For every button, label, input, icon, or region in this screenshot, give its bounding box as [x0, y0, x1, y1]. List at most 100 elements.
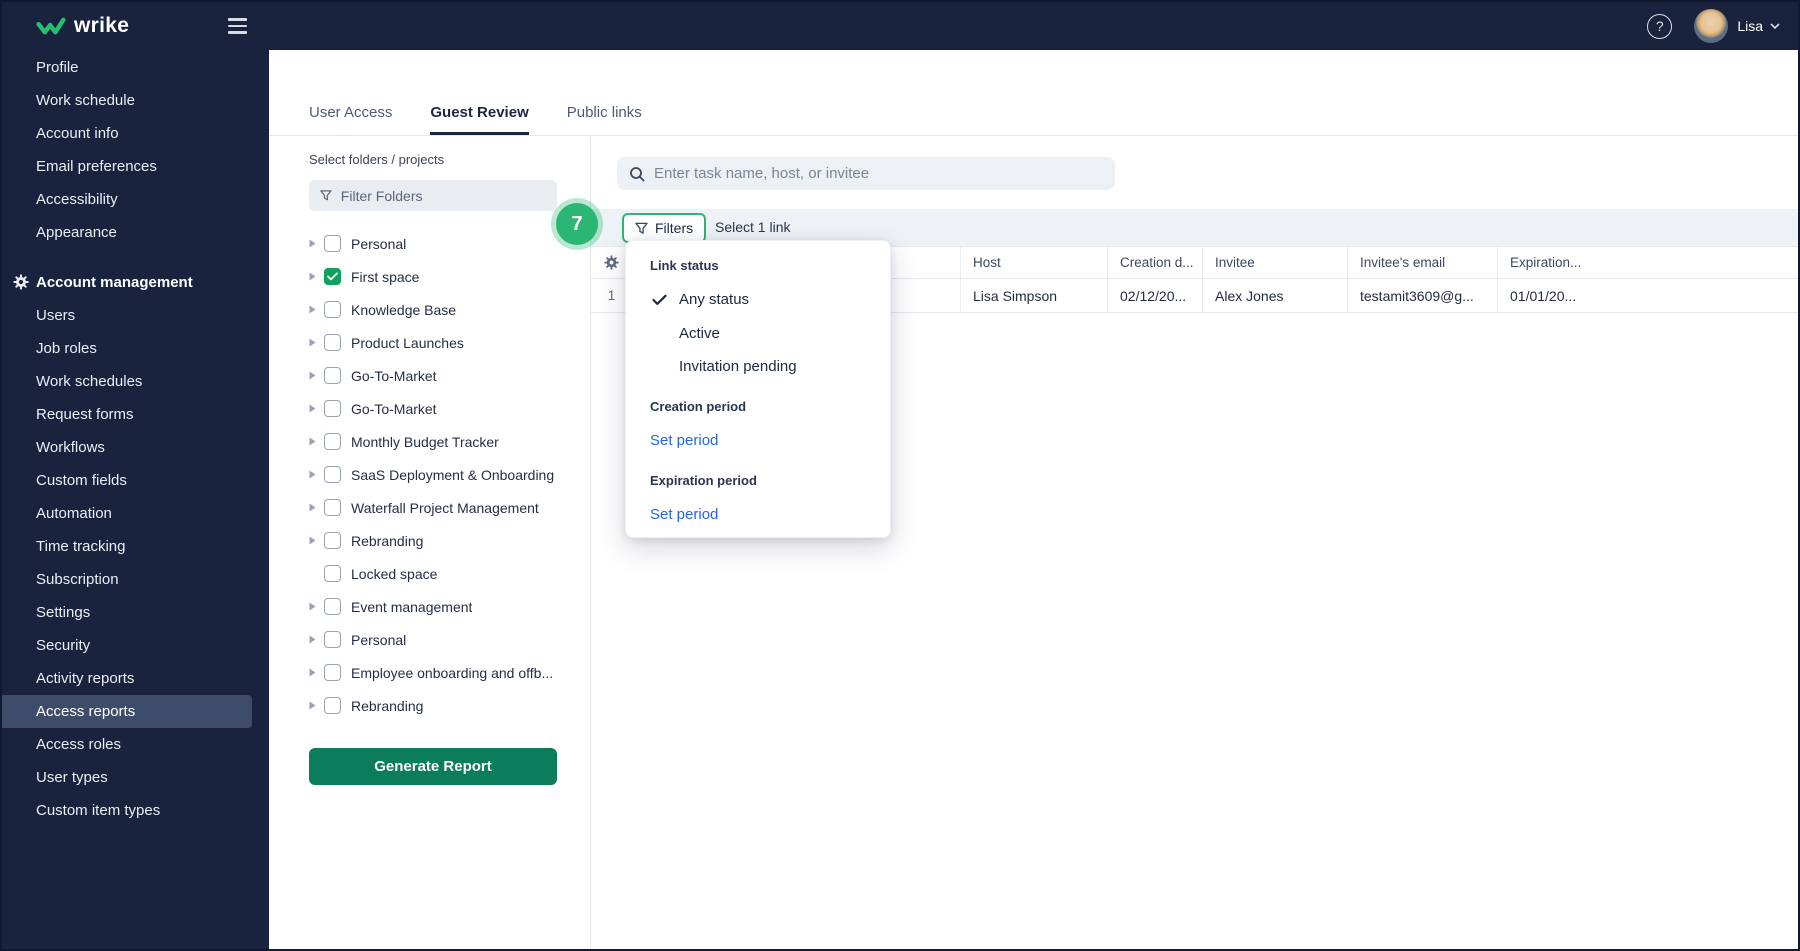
sidebar-item-appearance[interactable]: Appearance: [2, 216, 269, 249]
sidebar-section-account-management[interactable]: Account management: [2, 266, 269, 299]
sidebar-item-request-forms[interactable]: Request forms: [2, 398, 269, 431]
folder-label: Go-To-Market: [351, 400, 437, 417]
folder-tree-item[interactable]: Personal: [309, 227, 557, 260]
expand-caret-icon[interactable]: [309, 701, 324, 710]
folder-label: Product Launches: [351, 334, 464, 351]
folder-label: Go-To-Market: [351, 367, 437, 384]
folder-tree-item[interactable]: Go-To-Market: [309, 359, 557, 392]
chevron-down-icon[interactable]: [1770, 23, 1780, 29]
wrike-logo[interactable]: wrike: [36, 14, 129, 38]
sidebar-item-activity-reports[interactable]: Activity reports: [2, 662, 269, 695]
menu-item-label: Invitation pending: [679, 358, 797, 375]
expand-caret-icon[interactable]: [309, 635, 324, 644]
folder-checkbox[interactable]: [324, 400, 341, 417]
folder-checkbox[interactable]: [324, 334, 341, 351]
sidebar-item-custom-item-types[interactable]: Custom item types: [2, 794, 269, 827]
sidebar-item-email-preferences[interactable]: Email preferences: [2, 150, 269, 183]
user-avatar[interactable]: [1694, 9, 1729, 43]
table-header-invitee[interactable]: Invitee: [1203, 247, 1348, 278]
expand-caret-icon[interactable]: [309, 503, 324, 512]
hamburger-menu-button[interactable]: [224, 14, 251, 38]
folder-checkbox-checked[interactable]: [324, 268, 341, 285]
expand-caret-icon[interactable]: [309, 305, 324, 314]
folder-checkbox[interactable]: [324, 235, 341, 252]
folder-checkbox[interactable]: [324, 697, 341, 714]
folder-tree-item[interactable]: Locked space: [309, 557, 557, 590]
expiration-set-period-link[interactable]: Set period: [650, 506, 718, 523]
expand-caret-icon[interactable]: [309, 239, 324, 248]
folder-checkbox[interactable]: [324, 466, 341, 483]
gear-icon: [13, 274, 29, 294]
folder-checkbox[interactable]: [324, 499, 341, 516]
menu-item-active[interactable]: Active: [652, 325, 720, 342]
folder-tree-item[interactable]: Monthly Budget Tracker: [309, 425, 557, 458]
sidebar-item-account-info[interactable]: Account info: [2, 117, 269, 150]
folder-tree-item[interactable]: Rebranding: [309, 689, 557, 722]
folder-tree-item[interactable]: Event management: [309, 590, 557, 623]
sidebar-item-users[interactable]: Users: [2, 299, 269, 332]
folder-checkbox[interactable]: [324, 367, 341, 384]
folder-checkbox[interactable]: [324, 301, 341, 318]
folder-checkbox[interactable]: [324, 631, 341, 648]
link-search-input[interactable]: [654, 165, 1103, 182]
expand-caret-icon[interactable]: [309, 371, 324, 380]
folder-tree-item[interactable]: Product Launches: [309, 326, 557, 359]
question-icon: ?: [1655, 18, 1664, 34]
sidebar-item-work-schedule[interactable]: Work schedule: [2, 84, 269, 117]
creation-set-period-link[interactable]: Set period: [650, 432, 718, 449]
folder-tree-item[interactable]: First space: [309, 260, 557, 293]
sidebar-item-custom-fields[interactable]: Custom fields: [2, 464, 269, 497]
link-search-box[interactable]: [617, 157, 1115, 190]
folder-checkbox[interactable]: [324, 433, 341, 450]
filter-folders-input[interactable]: [340, 187, 546, 204]
folder-checkbox[interactable]: [324, 664, 341, 681]
menu-item-invitation-pending[interactable]: Invitation pending: [652, 358, 797, 375]
folder-tree-item[interactable]: Knowledge Base: [309, 293, 557, 326]
sidebar-item-settings[interactable]: Settings: [2, 596, 269, 629]
table-header-host[interactable]: Host: [961, 247, 1108, 278]
help-button[interactable]: ?: [1647, 13, 1673, 39]
expand-caret-icon[interactable]: [309, 536, 324, 545]
folder-tree-item[interactable]: Rebranding: [309, 524, 557, 557]
folder-checkbox[interactable]: [324, 532, 341, 549]
folder-tree-item[interactable]: SaaS Deployment & Onboarding: [309, 458, 557, 491]
expand-caret-icon[interactable]: [309, 272, 324, 281]
sidebar-item-user-types[interactable]: User types: [2, 761, 269, 794]
expand-caret-icon[interactable]: [309, 470, 324, 479]
sidebar-item-access-roles[interactable]: Access roles: [2, 728, 269, 761]
sidebar-item-workflows[interactable]: Workflows: [2, 431, 269, 464]
filter-folders-box[interactable]: [309, 180, 557, 211]
user-name[interactable]: Lisa: [1737, 18, 1763, 34]
sidebar-item-work-schedules[interactable]: Work schedules: [2, 365, 269, 398]
expand-caret-icon[interactable]: [309, 602, 324, 611]
folder-tree-item[interactable]: Go-To-Market: [309, 392, 557, 425]
folder-tree-item[interactable]: Personal: [309, 623, 557, 656]
tab-user-access[interactable]: User Access: [309, 104, 392, 135]
folder-checkbox[interactable]: [324, 598, 341, 615]
expand-caret-icon[interactable]: [309, 668, 324, 677]
expand-caret-icon[interactable]: [309, 404, 324, 413]
tab-public-links[interactable]: Public links: [567, 104, 642, 135]
sidebar-item-automation[interactable]: Automation: [2, 497, 269, 530]
table-header-expiration[interactable]: Expiration...: [1498, 247, 1798, 278]
topbar: wrike ? Lisa: [2, 2, 1798, 50]
expand-caret-icon[interactable]: [309, 338, 324, 347]
table-header-creation-date[interactable]: Creation d...: [1108, 247, 1203, 278]
table-header-invitee-email[interactable]: Invitee's email: [1348, 247, 1498, 278]
filters-dropdown: Link status Any status Active Invitation…: [625, 240, 891, 538]
sidebar-item-subscription[interactable]: Subscription: [2, 563, 269, 596]
sidebar-item-time-tracking[interactable]: Time tracking: [2, 530, 269, 563]
expand-caret-icon[interactable]: [309, 437, 324, 446]
sidebar-item-security[interactable]: Security: [2, 629, 269, 662]
tab-guest-review[interactable]: Guest Review: [430, 104, 529, 135]
folder-tree-item[interactable]: Employee onboarding and offb...: [309, 656, 557, 689]
folder-checkbox[interactable]: [324, 565, 341, 582]
sidebar-item-accessibility[interactable]: Accessibility: [2, 183, 269, 216]
sidebar-item-profile[interactable]: Profile: [2, 51, 269, 84]
sidebar-item-job-roles[interactable]: Job roles: [2, 332, 269, 365]
menu-item-any-status[interactable]: Any status: [652, 291, 749, 308]
filters-button[interactable]: Filters: [622, 213, 707, 243]
generate-report-button[interactable]: Generate Report: [309, 748, 557, 785]
sidebar-item-access-reports[interactable]: Access reports: [2, 695, 252, 728]
folder-tree-item[interactable]: Waterfall Project Management: [309, 491, 557, 524]
